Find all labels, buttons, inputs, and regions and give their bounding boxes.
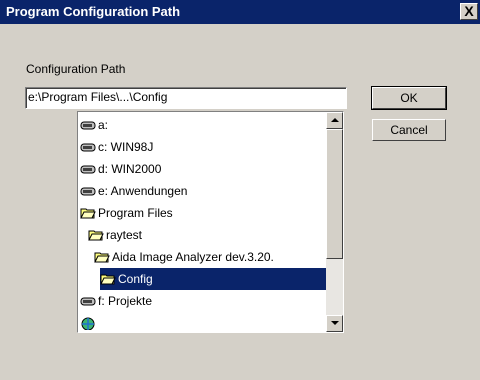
open-folder-icon — [80, 208, 96, 219]
scroll-down-button[interactable] — [326, 315, 343, 332]
configuration-path-input[interactable]: e:\Program Files\...\Config — [25, 87, 347, 109]
tree-item-c[interactable]: c: WIN98J — [80, 136, 153, 158]
drive-icon — [80, 165, 96, 174]
open-folder-icon — [88, 230, 104, 241]
tree-item-config[interactable]: Config — [100, 268, 327, 290]
configuration-path-label: Configuration Path — [26, 62, 126, 76]
open-folder-icon — [94, 252, 110, 263]
tree-item-network[interactable] — [80, 312, 98, 332]
close-button[interactable]: X — [460, 3, 478, 20]
drive-icon — [80, 297, 96, 306]
tree-scrollbar[interactable] — [326, 112, 343, 332]
drive-icon — [80, 121, 96, 130]
network-icon — [81, 317, 95, 330]
tree-item-a[interactable]: a: — [80, 114, 108, 136]
title-bar[interactable]: Program Configuration Path X — [0, 0, 480, 24]
close-icon: X — [464, 3, 474, 19]
tree-item-aida[interactable]: Aida Image Analyzer dev.3.20. — [94, 246, 274, 268]
folder-tree[interactable]: a: c: WIN98J d: WIN2000 e: Anwendungen P… — [77, 111, 344, 333]
arrow-up-icon — [331, 118, 339, 122]
config-path-dialog: Program Configuration Path X Configurati… — [0, 0, 480, 380]
scroll-up-button[interactable] — [326, 112, 343, 129]
arrow-down-icon — [331, 321, 339, 325]
folder-tree-list: a: c: WIN98J d: WIN2000 e: Anwendungen P… — [78, 112, 327, 332]
window-title: Program Configuration Path — [6, 4, 181, 19]
tree-item-raytest[interactable]: raytest — [88, 224, 142, 246]
cancel-button[interactable]: Cancel — [372, 119, 446, 141]
ok-button[interactable]: OK — [371, 86, 447, 110]
tree-item-f[interactable]: f: Projekte — [80, 290, 152, 312]
drive-icon — [80, 143, 96, 152]
tree-item-program-files[interactable]: Program Files — [80, 202, 173, 224]
scroll-thumb[interactable] — [326, 129, 343, 259]
tree-item-e[interactable]: e: Anwendungen — [80, 180, 187, 202]
drive-icon — [80, 187, 96, 196]
tree-item-d[interactable]: d: WIN2000 — [80, 158, 161, 180]
open-folder-icon — [100, 274, 116, 285]
